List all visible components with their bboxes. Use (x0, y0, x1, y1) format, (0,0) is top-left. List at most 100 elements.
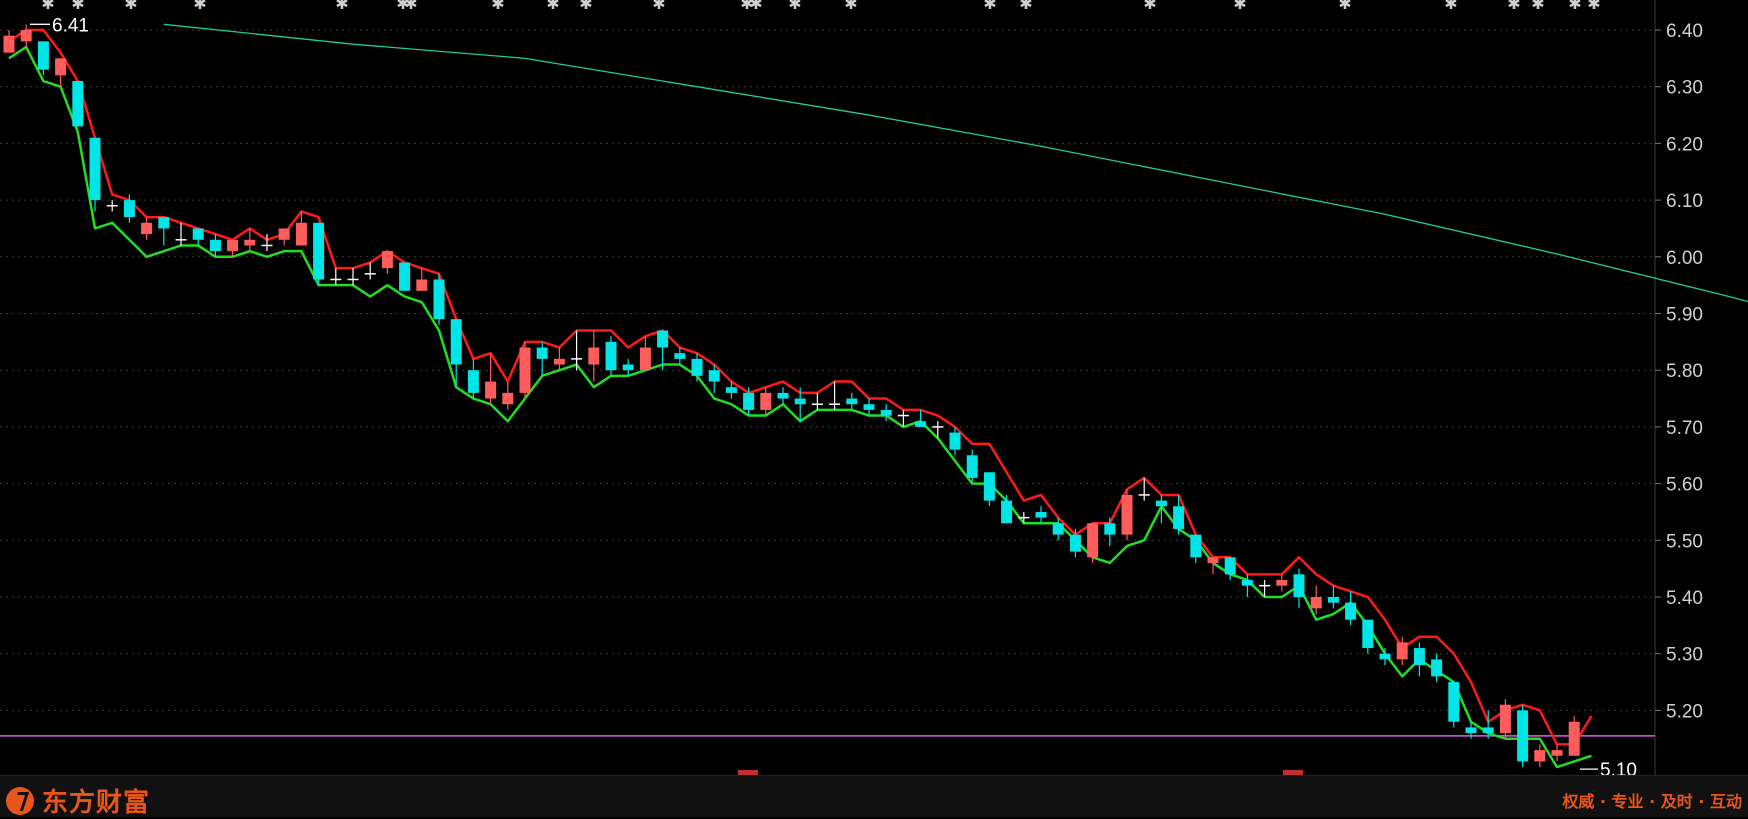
candle[interactable] (536, 341, 548, 376)
candle-body (657, 330, 669, 348)
brand-logo: 东方财富 (6, 782, 150, 819)
event-star-icon[interactable]: ✱ (546, 0, 559, 13)
candle[interactable] (1568, 716, 1580, 756)
event-star-icon[interactable]: ✱ (1233, 0, 1246, 13)
candle[interactable] (55, 58, 67, 87)
candle[interactable] (846, 392, 858, 410)
event-star-icon[interactable]: ✱ (652, 0, 665, 13)
candle[interactable] (1499, 699, 1511, 739)
candle[interactable] (1018, 511, 1030, 524)
event-star-icon[interactable]: ✱ (983, 0, 996, 13)
event-star-icon[interactable]: ✱ (788, 0, 801, 13)
candle-body (1413, 648, 1425, 666)
candle[interactable] (519, 341, 531, 399)
candle[interactable] (571, 330, 583, 371)
event-star-icon[interactable]: ✱ (1444, 0, 1457, 13)
candle-body (949, 432, 961, 450)
y-tick-label: 6.10 (1666, 191, 1703, 212)
y-tick-label: 5.20 (1666, 701, 1703, 722)
y-axis-ticks: 6.40 6.30 6.20 6.10 6.00 5.90 5.80 5.70 5.60 5.50… (1655, 21, 1703, 722)
candle[interactable] (330, 268, 342, 286)
candle[interactable] (1362, 619, 1374, 654)
event-star-icon[interactable]: ✱ (193, 0, 206, 13)
candle[interactable] (20, 24, 32, 48)
candle[interactable] (3, 30, 15, 53)
event-star-icon[interactable]: ✱ (1507, 0, 1520, 13)
candle[interactable] (72, 81, 84, 127)
candle[interactable] (381, 251, 393, 274)
candle[interactable] (691, 353, 703, 382)
event-star-icon[interactable]: ✱ (579, 0, 592, 13)
event-star-icon[interactable]: ✱ (1587, 0, 1600, 13)
candle[interactable] (605, 336, 617, 376)
candle[interactable] (1104, 517, 1116, 546)
candle[interactable] (553, 347, 565, 371)
candle[interactable] (347, 268, 359, 286)
candle[interactable] (192, 228, 204, 246)
candle[interactable] (983, 472, 995, 507)
candle-body (55, 58, 67, 76)
event-star-icon[interactable]: ✱ (1143, 0, 1156, 13)
candle[interactable] (175, 222, 187, 246)
y-tick-label: 5.90 (1666, 305, 1703, 326)
event-star-icon[interactable]: ✱ (1019, 0, 1032, 13)
candle-body (708, 370, 720, 382)
candle-body (880, 409, 892, 416)
candle[interactable] (1276, 574, 1288, 592)
candle-body (1035, 511, 1047, 518)
candle-body (1362, 619, 1374, 649)
candle[interactable] (1448, 682, 1460, 728)
candle[interactable] (1327, 585, 1339, 609)
candle[interactable] (141, 217, 153, 240)
candle[interactable] (106, 200, 118, 212)
candle[interactable] (588, 330, 600, 382)
candle[interactable] (1190, 534, 1202, 563)
event-star-icon[interactable]: ✱ (71, 0, 84, 13)
candle[interactable] (1155, 494, 1167, 524)
candle[interactable] (467, 358, 479, 399)
candle-body (467, 370, 479, 393)
candle[interactable] (1431, 653, 1443, 683)
candle[interactable] (1534, 744, 1546, 768)
y-tick-label: 5.80 (1666, 361, 1703, 382)
event-star-icon[interactable]: ✱ (124, 0, 137, 13)
event-star-icon[interactable]: ✱ (749, 0, 762, 13)
candle[interactable] (760, 387, 772, 416)
candle[interactable] (1379, 648, 1391, 666)
candle-body (1121, 494, 1133, 535)
candle[interactable] (829, 381, 841, 410)
event-star-icon[interactable]: ✱ (404, 0, 417, 13)
candle[interactable] (278, 228, 290, 246)
candle-body (1499, 704, 1511, 734)
candle[interactable] (1087, 523, 1099, 563)
candle[interactable] (1345, 591, 1357, 626)
candle[interactable] (433, 273, 445, 325)
candle[interactable] (639, 336, 651, 371)
candle[interactable] (313, 222, 325, 286)
event-star-icon[interactable]: ✱ (491, 0, 504, 13)
candle[interactable] (777, 387, 789, 405)
event-star-icon[interactable]: ✱ (844, 0, 857, 13)
brand-icon (6, 786, 34, 815)
event-star-icon[interactable]: ✱ (1568, 0, 1581, 13)
candle[interactable] (1293, 568, 1305, 609)
candle-body (1052, 523, 1064, 535)
candle-body (1310, 597, 1322, 609)
candle[interactable] (502, 381, 514, 410)
candle[interactable] (1121, 489, 1133, 541)
event-star-icon[interactable]: ✱ (41, 0, 54, 13)
candle-body (381, 251, 393, 269)
candle[interactable] (1001, 494, 1013, 524)
candle[interactable] (1517, 704, 1529, 768)
candle[interactable] (37, 41, 49, 76)
candle[interactable] (158, 217, 170, 246)
candle[interactable] (1035, 506, 1047, 524)
event-star-icon[interactable]: ✱ (1531, 0, 1544, 13)
event-star-icon[interactable]: ✱ (335, 0, 348, 13)
candle[interactable] (416, 268, 428, 291)
event-star-icon[interactable]: ✱ (1338, 0, 1351, 13)
candle[interactable] (1413, 642, 1425, 677)
candle[interactable] (811, 392, 823, 410)
candle-body (1379, 653, 1391, 660)
candle[interactable] (399, 262, 411, 291)
